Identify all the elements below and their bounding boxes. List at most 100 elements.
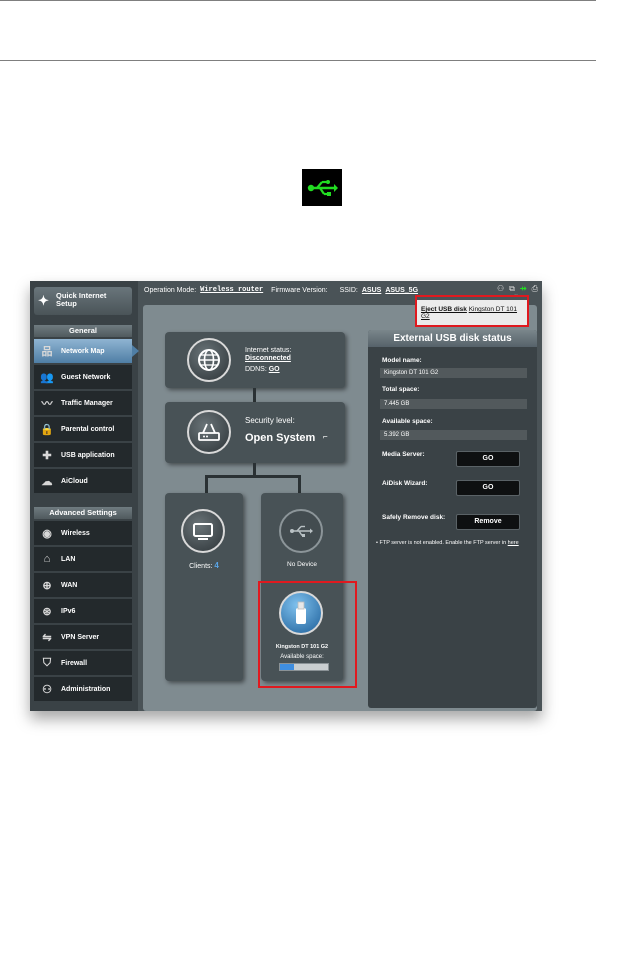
sidebar-item-lan[interactable]: ⌂ LAN xyxy=(34,547,132,572)
sidebar-item-vpn-server[interactable]: ⇋ VPN Server xyxy=(34,625,132,650)
sidebar-item-administration[interactable]: ⚇ Administration xyxy=(34,677,132,702)
connector-line xyxy=(205,475,301,478)
sidebar-item-label: Firewall xyxy=(61,659,88,667)
ftp-note: • FTP server is not enabled. Enable the … xyxy=(376,540,519,546)
ipv6-globe-icon: ⊛ xyxy=(42,605,52,618)
home-icon: ⌂ xyxy=(43,553,51,565)
operation-mode-label: Operation Mode: xyxy=(144,286,197,294)
connector-line xyxy=(253,388,256,402)
router-icon xyxy=(187,410,231,454)
ssid-5ghz-link[interactable]: ASUS_5G xyxy=(385,287,418,294)
remove-disk-button[interactable]: Remove xyxy=(456,514,520,530)
media-server-go-button[interactable]: GO xyxy=(456,451,520,467)
clients-count[interactable]: 4 xyxy=(214,561,218,570)
ftp-here-link[interactable]: here xyxy=(508,540,519,546)
general-section-header: General xyxy=(34,325,132,337)
usb-icon[interactable] xyxy=(279,509,323,553)
no-device-label: No Device xyxy=(287,561,317,568)
qis-label-2: Setup xyxy=(56,299,77,308)
sidebar-item-network-map[interactable]: 品 Network Map xyxy=(34,339,139,364)
panel-title: External USB disk status xyxy=(368,330,537,347)
sidebar-item-wan[interactable]: ⊕ WAN xyxy=(34,573,132,598)
security-level-label: Security level: xyxy=(245,416,295,425)
external-usb-disk-status-panel: External USB disk status Model name: Kin… xyxy=(368,330,537,708)
aidisk-wizard-go-button[interactable]: GO xyxy=(456,480,520,496)
sidebar-item-label: Administration xyxy=(61,685,111,693)
operation-mode-link[interactable]: Wireless router xyxy=(200,286,263,294)
sidebar-item-guest-network[interactable]: 👥 Guest Network xyxy=(34,365,132,390)
internet-status-card[interactable]: Internet status: Disconnected DDNS: GO xyxy=(165,332,345,388)
available-space-label: Available space: xyxy=(382,418,433,425)
sidebar-item-label: USB application xyxy=(61,451,115,459)
sidebar-item-label: AiCloud xyxy=(61,477,88,485)
globe-icon: ⊕ xyxy=(42,579,52,592)
clients-label: Clients: xyxy=(189,563,213,570)
highlight-box-eject xyxy=(415,295,529,327)
highlight-box-usb-drive xyxy=(258,581,357,688)
internet-status-value[interactable]: Disconnected xyxy=(245,355,291,363)
wifi-icon: ◉ xyxy=(42,527,52,540)
bullet-icon: • xyxy=(376,540,378,546)
network-map-icon: 品 xyxy=(41,346,53,358)
sidebar-item-label: Wireless xyxy=(61,529,90,537)
clients-status-icon[interactable]: ⚇ xyxy=(497,284,504,294)
router-security-card[interactable]: Security level: Open System ⌐ xyxy=(165,402,345,463)
cloud-icon: ☁ xyxy=(41,475,53,488)
connector-line xyxy=(298,475,301,493)
connector-line xyxy=(253,463,256,475)
advanced-settings-header: Advanced Settings xyxy=(34,507,132,519)
lock-icon: 🔒 xyxy=(40,423,54,436)
model-name-value: Kingston DT 101 G2 xyxy=(380,368,527,378)
sidebar-item-label: Network Map xyxy=(61,347,105,355)
model-name-label: Model name: xyxy=(382,357,422,364)
sidebar-item-label: LAN xyxy=(61,555,76,563)
total-space-value: 7.445 GB xyxy=(380,399,527,409)
safely-remove-label: Safely Remove disk: xyxy=(382,514,446,521)
firmware-version-label: Firmware Version: xyxy=(271,286,328,294)
total-space-label: Total space: xyxy=(382,386,420,393)
printer-status-icon[interactable]: ⎙ xyxy=(532,284,538,294)
aidisk-wizard-label: AiDisk Wizard: xyxy=(382,480,428,487)
sidebar-item-traffic-manager[interactable]: 〰 Traffic Manager xyxy=(34,391,132,416)
ftp-note-text: FTP server is not enabled. Enable the FT… xyxy=(379,540,507,546)
sidebar-item-parental-control[interactable]: 🔒 Parental control xyxy=(34,417,132,442)
available-space-value: 5.392 GB xyxy=(380,430,527,440)
router-ui-screenshot: ✦ Quick Internet Setup General 品 Network … xyxy=(30,281,542,711)
usb-icon xyxy=(302,169,342,206)
media-server-label: Media Server: xyxy=(382,451,425,458)
globe-icon xyxy=(187,338,231,382)
sidebar: ✦ Quick Internet Setup General 品 Network … xyxy=(30,281,139,711)
ssid-label: SSID: xyxy=(339,286,358,294)
guest-network-icon: 👥 xyxy=(40,371,54,384)
sidebar-item-ipv6[interactable]: ⊛ IPv6 xyxy=(34,599,132,624)
sidebar-item-label: Guest Network xyxy=(61,373,111,381)
sidebar-item-label: WAN xyxy=(61,581,78,589)
header-rule xyxy=(0,60,596,61)
usb-status-icon[interactable]: ⇸ xyxy=(520,284,527,294)
quick-internet-setup-button[interactable]: ✦ Quick Internet Setup xyxy=(34,287,132,315)
sidebar-item-firewall[interactable]: ⛉ Firewall xyxy=(34,651,132,676)
clients-card[interactable]: Clients: 4 xyxy=(165,493,243,681)
sidebar-item-label: IPv6 xyxy=(61,607,76,615)
sidebar-item-label: Parental control xyxy=(61,425,115,433)
sidebar-item-wireless[interactable]: ◉ Wireless xyxy=(34,521,132,546)
sidebar-item-aicloud[interactable]: ☁ AiCloud xyxy=(34,469,132,494)
ddns-go-link[interactable]: GO xyxy=(269,366,280,373)
monitor-icon xyxy=(181,509,225,553)
shield-icon: ⛉ xyxy=(42,656,52,669)
puzzle-icon: ✚ xyxy=(42,449,52,462)
unlock-icon: ⌐ xyxy=(323,432,328,441)
ddns-label: DDNS: xyxy=(245,366,267,373)
sidebar-item-label: Traffic Manager xyxy=(61,399,113,407)
vpn-icon: ⇋ xyxy=(42,631,52,644)
internet-status-label: Internet status: xyxy=(245,347,292,354)
top-rule xyxy=(0,0,596,1)
sidebar-item-usb-application[interactable]: ✚ USB application xyxy=(34,443,132,468)
traffic-manager-icon: 〰 xyxy=(41,398,53,410)
connector-line xyxy=(205,475,208,493)
sidebar-item-label: VPN Server xyxy=(61,633,100,641)
wand-icon: ✦ xyxy=(38,293,49,308)
ssid-24ghz-link[interactable]: ASUS xyxy=(362,287,381,294)
security-level-value: Open System xyxy=(245,432,316,444)
admin-icon: ⚇ xyxy=(42,683,52,696)
